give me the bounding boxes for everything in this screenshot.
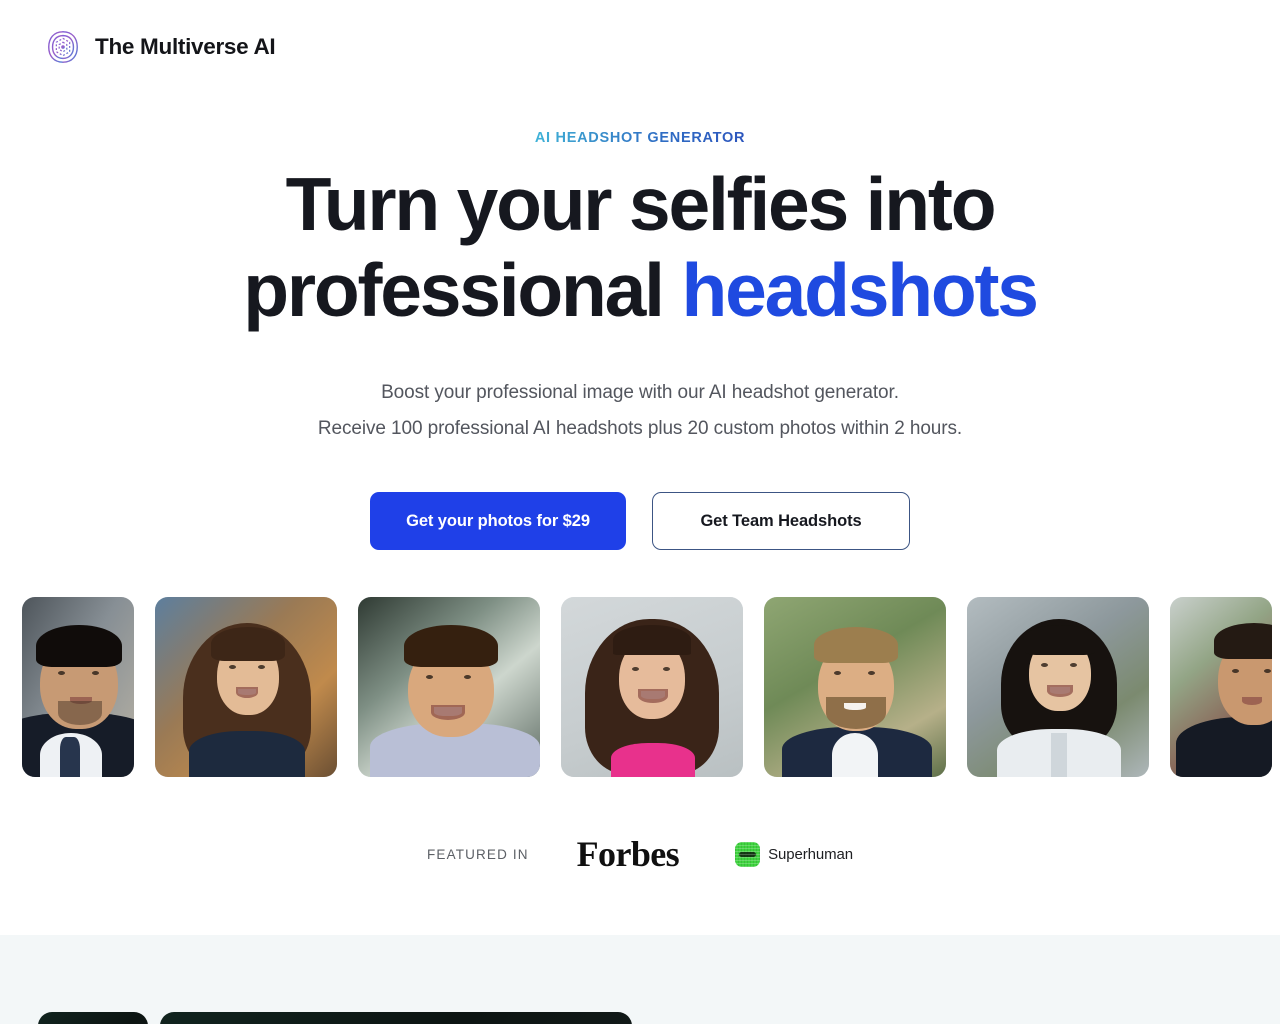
site-header: The Multiverse AI xyxy=(0,0,1280,94)
forbes-logo: Forbes xyxy=(576,834,680,874)
featured-in-label: FEATURED IN xyxy=(427,846,529,862)
brand-name: The Multiverse AI xyxy=(95,33,276,59)
gallery-item[interactable] xyxy=(967,597,1149,777)
preview-card-wide[interactable] xyxy=(160,1012,632,1024)
superhuman-logo: Superhuman xyxy=(735,841,853,867)
headshot-gallery-strip[interactable] xyxy=(0,597,1280,777)
photo-subject xyxy=(22,597,134,777)
gallery-item[interactable] xyxy=(764,597,946,777)
photo-subject xyxy=(155,597,337,777)
gallery-item[interactable] xyxy=(22,597,134,777)
brand-logo-link[interactable]: The Multiverse AI xyxy=(44,28,276,66)
hero-cta-row: Get your photos for $29 Get Team Headsho… xyxy=(0,492,1280,551)
superhuman-wordmark: Superhuman xyxy=(768,845,853,863)
hero-section: AI HEADSHOT GENERATOR Turn your selfies … xyxy=(0,94,1280,551)
gallery-item[interactable] xyxy=(561,597,743,777)
superhuman-green-square-logo-icon xyxy=(735,841,761,867)
hero-subheading: Boost your professional image with our A… xyxy=(190,375,1090,447)
gallery-item[interactable] xyxy=(1170,597,1272,777)
get-photos-button[interactable]: Get your photos for $29 xyxy=(370,492,626,551)
headline-line-1: Turn your selfies into xyxy=(285,162,997,247)
photo-subject xyxy=(1170,597,1272,777)
photo-subject xyxy=(358,597,540,777)
landing-page: The Multiverse AI AI HEADSHOT GENERATOR … xyxy=(0,0,1280,1024)
next-section-preview xyxy=(0,935,1280,1024)
page-title: Turn your selfies into professional head… xyxy=(220,161,1060,333)
subhead-line-1: Boost your professional image with our A… xyxy=(381,382,899,404)
featured-in-section: FEATURED IN Forbes Superhuman xyxy=(0,836,1280,872)
preview-card-small[interactable] xyxy=(38,1012,148,1024)
gallery-item[interactable] xyxy=(155,597,337,777)
hero-eyebrow: AI HEADSHOT GENERATOR xyxy=(534,130,746,146)
photo-subject xyxy=(764,597,946,777)
photo-subject xyxy=(561,597,743,777)
photo-subject xyxy=(967,597,1149,777)
multiverse-hexagon-logo-icon xyxy=(48,31,78,63)
headline-line-2-prefix: professional xyxy=(243,248,682,333)
get-team-headshots-button[interactable]: Get Team Headshots xyxy=(652,492,910,551)
headline-accent-word: headshots xyxy=(681,248,1038,333)
gallery-item[interactable] xyxy=(358,597,540,777)
subhead-line-2: Receive 100 professional AI headshots pl… xyxy=(317,418,963,440)
